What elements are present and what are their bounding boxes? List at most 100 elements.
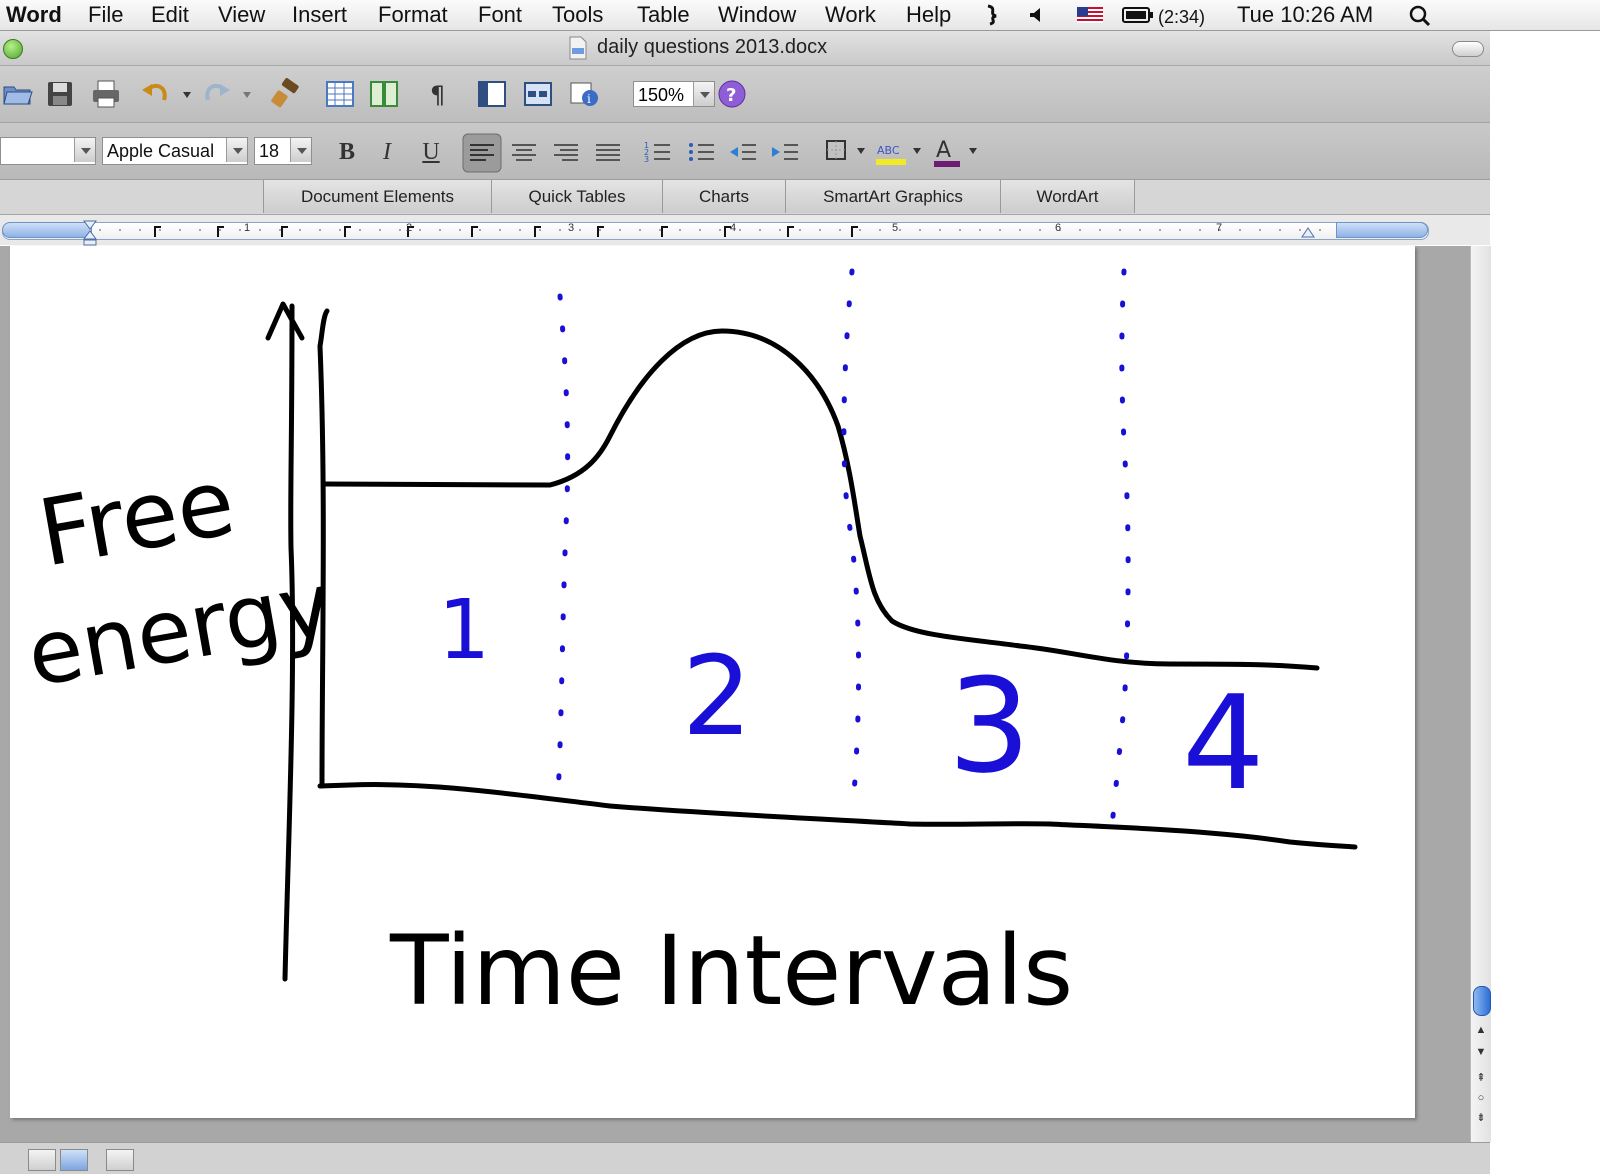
zoom-select[interactable]: 150% [633, 81, 715, 107]
menu-help[interactable]: Help [906, 2, 951, 28]
format-painter-icon[interactable] [270, 78, 302, 110]
menu-table[interactable]: Table [637, 2, 690, 28]
bold-button[interactable]: B [330, 135, 364, 169]
align-left-icon[interactable] [462, 133, 502, 173]
menu-window[interactable]: Window [718, 2, 796, 28]
interval-label-2: 2 [682, 632, 752, 760]
menu-clock[interactable]: Tue 10:26 AM [1237, 2, 1373, 28]
tab-stop-marker[interactable] [154, 226, 161, 237]
show-formatting-icon[interactable]: ¶ [422, 78, 454, 110]
bulleted-list-icon[interactable] [686, 137, 718, 169]
toolbar-toggle-button[interactable] [1452, 41, 1484, 57]
tab-stop-marker[interactable] [787, 226, 794, 237]
menu-insert[interactable]: Insert [292, 2, 347, 28]
menu-font[interactable]: Font [478, 2, 522, 28]
menu-edit[interactable]: Edit [151, 2, 189, 28]
vertical-scrollbar[interactable]: ▲ ▼ ⇞ ○ ⇟ [1470, 246, 1491, 1142]
script-icon[interactable] [982, 4, 1004, 26]
tab-stop-marker[interactable] [281, 226, 288, 237]
undo-icon[interactable] [140, 78, 172, 110]
save-icon[interactable] [44, 78, 76, 110]
font-select[interactable]: Apple Casual [102, 137, 248, 165]
spotlight-search-icon[interactable] [1408, 4, 1432, 28]
tab-smartart-graphics[interactable]: SmartArt Graphics [785, 180, 1001, 213]
borders-icon[interactable] [824, 137, 850, 165]
borders-dropdown-icon[interactable] [856, 147, 866, 155]
decrease-indent-icon[interactable] [728, 137, 760, 169]
redo-icon[interactable] [200, 78, 232, 110]
toolbox-icon[interactable]: i [568, 78, 600, 110]
increase-indent-icon[interactable] [770, 137, 802, 169]
previous-page-icon[interactable]: ⇞ [1475, 1070, 1487, 1086]
style-dropdown-arrow[interactable] [74, 138, 95, 162]
notebook-view-button[interactable] [106, 1149, 134, 1171]
highlight-icon[interactable]: ABC [874, 137, 910, 167]
document-page[interactable]: 1 2 3 4 Free energy Time Intervals [10, 246, 1415, 1118]
tab-quick-tables[interactable]: Quick Tables [491, 180, 663, 213]
menu-app-word[interactable]: Word [6, 2, 62, 28]
justify-icon[interactable] [592, 137, 624, 169]
status-bar [0, 1142, 1490, 1174]
scroll-down-arrow[interactable]: ▼ [1475, 1044, 1487, 1060]
hand-drawn-energy-diagram[interactable]: 1 2 3 4 Free energy Time Intervals [10, 246, 1415, 1118]
tab-stop-marker[interactable] [597, 226, 604, 237]
horizontal-ruler[interactable]: 1 2 3 4 5 6 7 [0, 215, 1490, 246]
open-folder-icon[interactable] [2, 78, 34, 110]
italic-button[interactable]: I [370, 135, 404, 169]
battery-icon[interactable] [1122, 6, 1154, 24]
style-select[interactable] [0, 137, 96, 165]
menu-bar: Word File Edit View Insert Format Font T… [0, 0, 1600, 31]
tab-stop-marker[interactable] [534, 226, 541, 237]
font-color-icon[interactable]: A [932, 135, 962, 169]
highlight-dropdown-icon[interactable] [912, 147, 922, 155]
scroll-up-arrow[interactable]: ▲ [1475, 1022, 1487, 1038]
help-icon[interactable]: ? [716, 78, 748, 110]
menu-work[interactable]: Work [825, 2, 876, 28]
font-dropdown-arrow[interactable] [226, 138, 247, 162]
tab-stop-marker[interactable] [344, 226, 351, 237]
font-color-dropdown-icon[interactable] [968, 147, 978, 155]
insert-table-icon[interactable] [324, 78, 356, 110]
word-window: daily questions 2013.docx ¶ i 150% ? App… [0, 31, 1491, 1174]
tab-stop-marker[interactable] [471, 226, 478, 237]
window-title: daily questions 2013.docx [597, 36, 828, 58]
redo-dropdown-icon[interactable] [242, 91, 252, 99]
ruler-ticks [99, 226, 1321, 237]
volume-icon[interactable] [1028, 6, 1046, 24]
columns-icon[interactable] [368, 78, 400, 110]
zoom-dropdown-arrow[interactable] [693, 82, 714, 106]
print-icon[interactable] [90, 78, 122, 110]
browse-object-icon[interactable]: ○ [1475, 1090, 1487, 1106]
interval-divider [841, 268, 862, 809]
menu-file[interactable]: File [88, 2, 123, 28]
standard-toolbar: ¶ i 150% ? [0, 66, 1490, 123]
next-page-icon[interactable]: ⇟ [1475, 1110, 1487, 1126]
tab-wordart[interactable]: WordArt [1000, 180, 1135, 213]
tab-charts[interactable]: Charts [662, 180, 786, 213]
interval-label-1: 1 [438, 583, 490, 678]
font-size-select[interactable]: 18 [254, 137, 312, 165]
align-center-icon[interactable] [508, 137, 540, 169]
us-flag-icon[interactable] [1077, 7, 1103, 23]
media-browser-icon[interactable] [522, 78, 554, 110]
font-size-dropdown-arrow[interactable] [290, 138, 311, 162]
desktop-background [1490, 31, 1600, 1142]
draft-view-button[interactable] [28, 1149, 56, 1171]
undo-dropdown-icon[interactable] [182, 91, 192, 99]
interval-label-4: 4 [1182, 667, 1265, 819]
menu-view[interactable]: View [218, 2, 265, 28]
align-right-icon[interactable] [550, 137, 582, 169]
tab-stop-marker[interactable] [661, 226, 668, 237]
numbered-list-icon[interactable]: 1 2 3 [642, 137, 674, 169]
tab-stop-marker[interactable] [851, 226, 858, 237]
menu-tools[interactable]: Tools [552, 2, 603, 28]
document-area[interactable]: 1 2 3 4 Free energy Time Intervals [0, 246, 1470, 1142]
sidebar-icon[interactable] [476, 78, 508, 110]
tab-stop-marker[interactable] [217, 226, 224, 237]
tab-document-elements[interactable]: Document Elements [263, 180, 492, 213]
window-zoom-button[interactable] [3, 39, 23, 59]
print-layout-view-button[interactable] [60, 1149, 88, 1171]
underline-button[interactable]: U [414, 135, 448, 169]
scrollbar-thumb[interactable] [1473, 986, 1491, 1016]
menu-format[interactable]: Format [378, 2, 448, 28]
